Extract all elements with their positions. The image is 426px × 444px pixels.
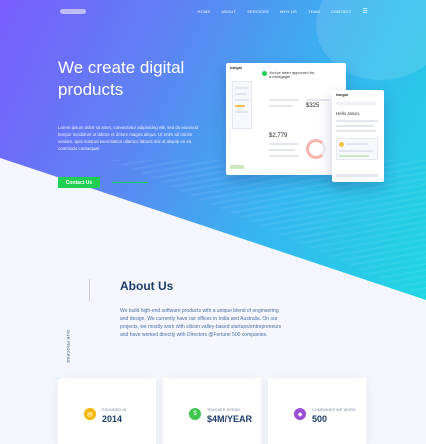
hero-title-line2: products [58, 80, 124, 99]
hero-title: We create digital products [58, 57, 238, 101]
about-divider [89, 279, 90, 301]
building-icon: ◆ [294, 408, 306, 420]
hamburger-icon[interactable]: ☰ [362, 8, 368, 15]
mockup-brand: hangat [230, 66, 242, 70]
stat-card-companies: ◆ COMPANIES WE WORK 500 [268, 378, 366, 444]
stat-card-spend: $ TRACKED SPEND $4M/YEAR [163, 378, 261, 444]
phone-greeting: Hello Jason, [336, 111, 361, 116]
mockup-headline: You've been approved for a mortgage! [269, 70, 315, 80]
mockup-value-a: $2,779 [269, 133, 288, 139]
mockup-value-b: $325 [306, 103, 320, 109]
hero-description: Lorem ipsum dolor sit amet, consectetur … [58, 125, 199, 151]
nav-about[interactable]: ABOUT [221, 9, 236, 14]
calendar-icon: ▤ [84, 408, 96, 420]
stat-label: COMPANIES WE WORK [312, 408, 356, 412]
about-text: We build high-end software products with… [120, 308, 282, 338]
stat-value: 2014 [102, 414, 123, 424]
nav-services[interactable]: SERVICES [247, 9, 269, 14]
phone-mockup: hangat Hello Jason, [332, 90, 384, 182]
main-nav: HOME ABOUT SERVICES WHY US TEAM CONTACT … [198, 8, 368, 15]
phone-brand: hangat [336, 93, 348, 97]
stat-label: TRACKED SPEND [207, 408, 241, 412]
cta-underline [112, 182, 148, 183]
check-icon [262, 71, 267, 76]
donut-chart [306, 139, 326, 159]
stat-card-founded: ▤ FOUNDED IN 2014 [58, 378, 156, 444]
logo[interactable] [60, 9, 86, 14]
about-title: About Us [120, 279, 174, 293]
stat-label: FOUNDED IN [102, 408, 127, 412]
stat-value: $4M/YEAR [207, 414, 253, 424]
stat-value: 500 [312, 414, 328, 424]
about-side-label: OUR PROCESS [66, 330, 71, 363]
contact-us-button[interactable]: Contact Us [58, 177, 100, 188]
nav-why-us[interactable]: WHY US [280, 9, 297, 14]
money-icon: $ [189, 408, 201, 420]
nav-team[interactable]: TEAM [308, 9, 320, 14]
avatar [339, 142, 344, 147]
nav-home[interactable]: HOME [198, 9, 211, 14]
dashboard-mockup: hangat You've been approved for a mortga… [226, 63, 346, 175]
hero-title-line1: We create digital [58, 58, 185, 77]
nav-contact[interactable]: CONTACT [331, 9, 351, 14]
